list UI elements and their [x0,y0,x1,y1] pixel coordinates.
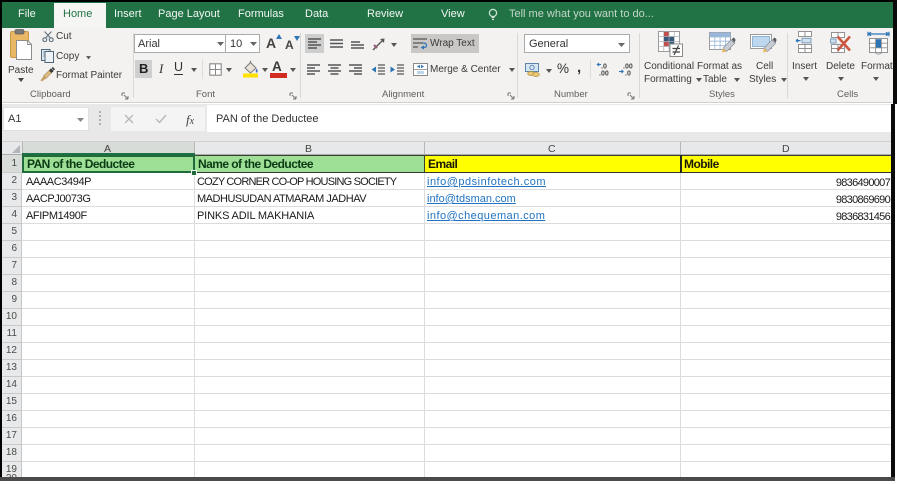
svg-text:.00: .00 [599,71,609,77]
svg-text:.0: .0 [625,71,631,77]
svg-text:.0: .0 [601,64,607,71]
svg-text:.00: .00 [623,64,633,71]
